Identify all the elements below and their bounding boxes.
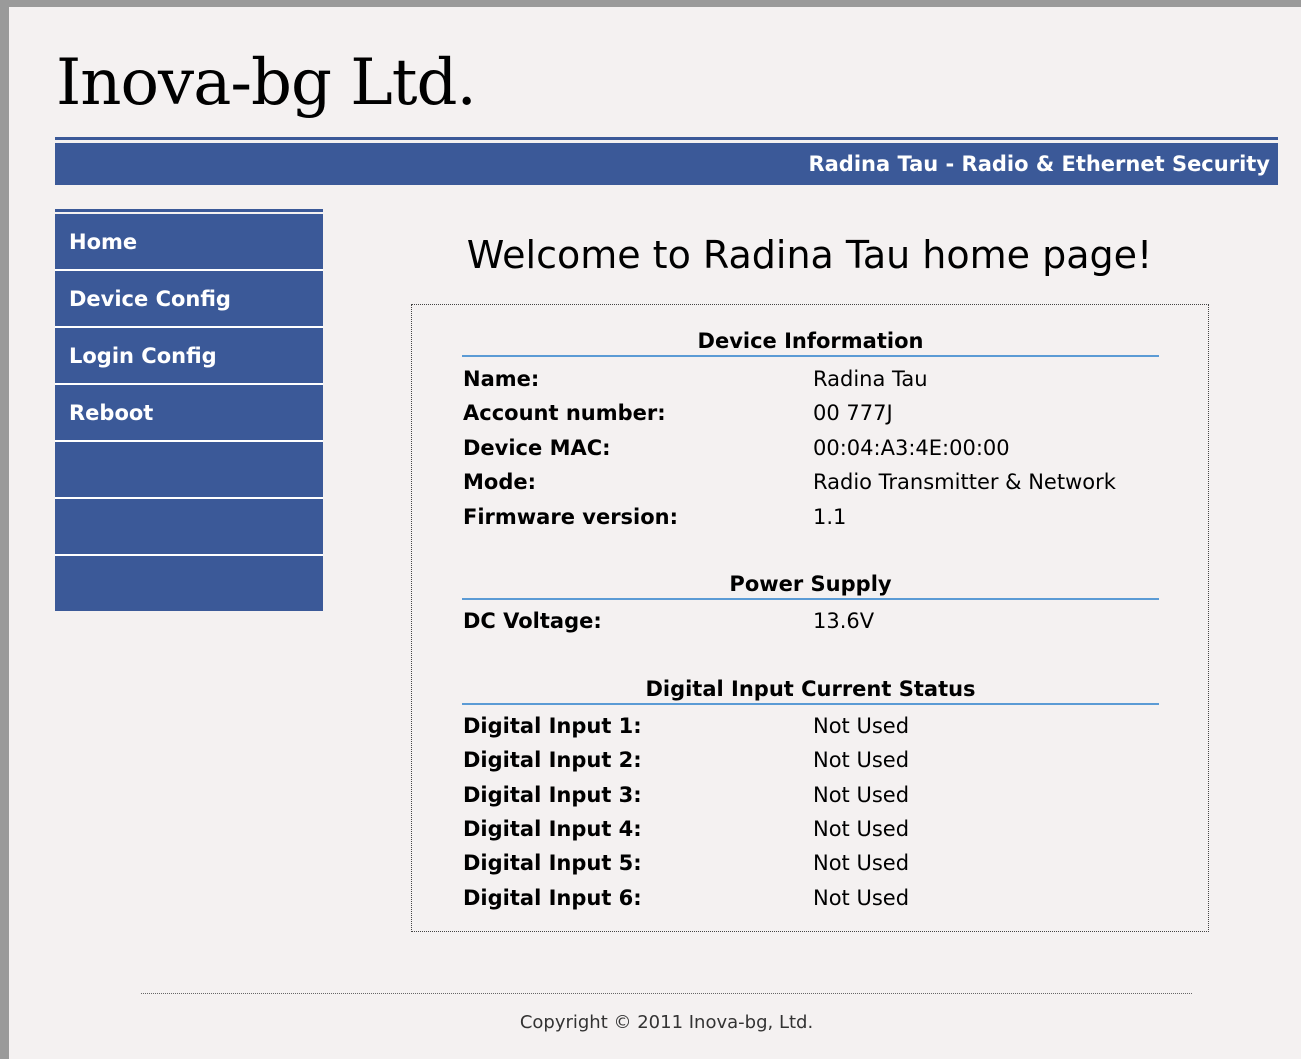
nav-divider	[55, 209, 323, 212]
nav-item-empty	[55, 556, 323, 611]
info-value: 1.1	[813, 505, 847, 529]
footer-divider	[141, 993, 1192, 994]
info-label: Device MAC:	[463, 436, 611, 460]
info-value: 13.6V	[813, 609, 875, 633]
nav-item-empty	[55, 442, 323, 499]
info-label: Firmware version:	[463, 505, 679, 529]
section-title-digital-inputs: Digital Input Current Status	[462, 675, 1159, 705]
info-value: Not Used	[813, 817, 910, 841]
info-label: Digital Input 2:	[463, 748, 642, 772]
info-value: Not Used	[813, 748, 910, 772]
info-label: Digital Input 5:	[463, 851, 642, 875]
banner-divider	[55, 137, 1278, 140]
info-row: Account number: 00 777J	[463, 396, 1163, 430]
info-row: DC Voltage: 13.6V	[463, 604, 1163, 638]
info-label: DC Voltage:	[463, 609, 602, 633]
section-title-power-supply: Power Supply	[462, 570, 1159, 600]
section-title-device-information: Device Information	[462, 327, 1159, 357]
nav-item-device-config[interactable]: Device Config	[55, 271, 323, 328]
info-label: Digital Input 3:	[463, 783, 642, 807]
info-row: Mode: Radio Transmitter & Network	[463, 465, 1163, 499]
info-value: 00 777J	[813, 401, 893, 425]
info-value: 00:04:A3:4E:00:00	[813, 436, 1010, 460]
nav-item-reboot[interactable]: Reboot	[55, 385, 323, 442]
info-row: Digital Input 3: Not Used	[463, 778, 1163, 812]
info-label: Mode:	[463, 470, 536, 494]
nav-item-login-config[interactable]: Login Config	[55, 328, 323, 385]
info-label: Digital Input 4:	[463, 817, 642, 841]
info-row: Firmware version: 1.1	[463, 500, 1163, 534]
info-value: Not Used	[813, 783, 910, 807]
info-row: Device MAC: 00:04:A3:4E:00:00	[463, 431, 1163, 465]
header-banner: Radina Tau - Radio & Ethernet Security	[55, 143, 1278, 185]
company-logo: Inova-bg Ltd.	[56, 46, 477, 120]
info-row: Digital Input 4: Not Used	[463, 812, 1163, 846]
info-value: Not Used	[813, 886, 910, 910]
info-value: Not Used	[813, 851, 910, 875]
info-row: Digital Input 1: Not Used	[463, 709, 1163, 743]
info-value: Not Used	[813, 714, 910, 738]
footer-copyright: Copyright © 2011 Inova-bg, Ltd.	[519, 1012, 814, 1033]
info-row: Name: Radina Tau	[463, 362, 1163, 396]
info-label: Account number:	[463, 401, 666, 425]
info-label: Name:	[463, 367, 540, 391]
info-value: Radio Transmitter & Network	[813, 470, 1116, 494]
info-label: Digital Input 1:	[463, 714, 642, 738]
info-value: Radina Tau	[813, 367, 928, 391]
info-row: Digital Input 2: Not Used	[463, 743, 1163, 777]
nav-item-empty	[55, 499, 323, 556]
browser-frame: Inova-bg Ltd. Radina Tau - Radio & Ether…	[0, 0, 1301, 1059]
nav-item-home[interactable]: Home	[55, 214, 323, 271]
info-row: Digital Input 5: Not Used	[463, 846, 1163, 880]
status-panel: Device Information Name: Radina Tau Acco…	[411, 304, 1209, 932]
info-row: Digital Input 6: Not Used	[463, 881, 1163, 915]
page-title: Welcome to Radina Tau home page!	[466, 233, 1153, 277]
info-label: Digital Input 6:	[463, 886, 642, 910]
sidebar-nav: Home Device Config Login Config Reboot	[55, 214, 323, 611]
